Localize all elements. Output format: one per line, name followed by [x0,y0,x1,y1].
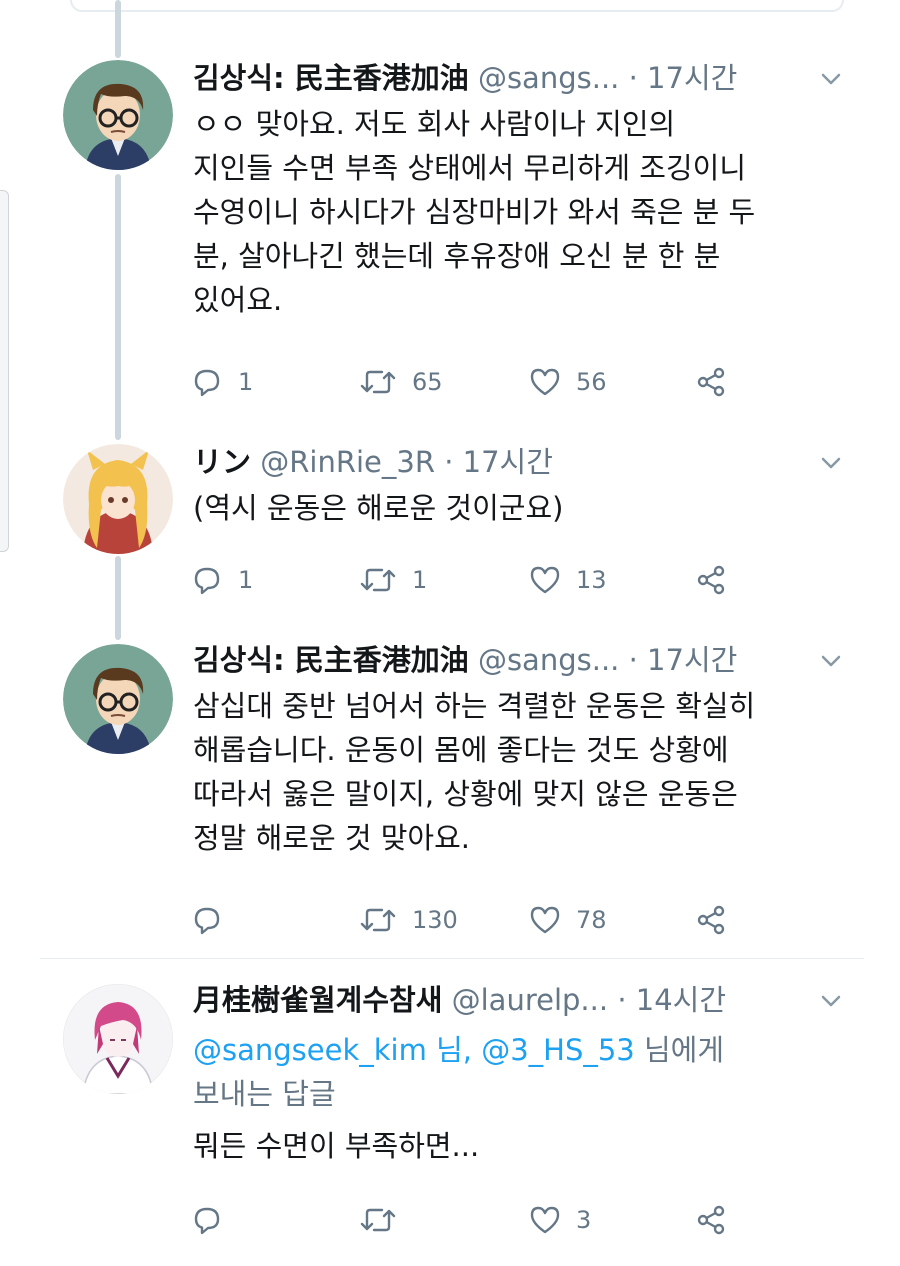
retweet-count: 1 [412,566,428,594]
tweet-header: 김상식: 民主香港加油 @sangs... · 17시간 [193,58,820,98]
reply-button[interactable]: 1 [190,560,253,600]
tweet-time[interactable]: 14시간 [636,983,726,1017]
retweet-icon [360,370,396,394]
retweet-icon [360,1208,396,1232]
author-handle[interactable]: @laurelp... [452,983,608,1017]
retweet-count: 130 [412,906,458,934]
tweet-actions: 1 65 56 [190,362,750,402]
tweet-time[interactable]: 17시간 [647,643,737,677]
heart-icon [530,1206,560,1234]
like-count: 3 [576,1206,592,1234]
chevron-down-icon [821,73,841,85]
meta-separator: · [628,643,648,677]
retweet-button[interactable] [358,1200,412,1240]
tweet[interactable]: 月桂樹雀월계수참새 @laurelp... · 14시간 @sangseek_k… [0,960,900,1266]
author-handle[interactable]: @RinRie_3R [260,445,435,479]
tweet-text: ㅇㅇ 맞아요. 저도 회사 사람이나 지인의 지인들 수면 부족 상태에서 무리… [193,107,756,317]
like-count: 78 [576,906,607,934]
like-button[interactable]: 3 [528,1200,591,1240]
reply-icon [194,1207,220,1235]
tweet[interactable]: 김상식: 民主香港加油 @sangs... · 17시간 삼십대 중반 넘어서 … [0,620,900,958]
tweet-time[interactable]: 17시간 [463,445,553,479]
retweet-button[interactable]: 1 [358,560,427,600]
tweet-time[interactable]: 17시간 [647,61,737,95]
author-handle[interactable]: @sangs... [478,61,619,95]
chevron-down-icon [821,457,841,469]
avatar-image [63,60,173,170]
tweet-actions: 1 1 13 [190,560,750,600]
avatar-image [63,444,173,554]
chevron-down-icon [821,655,841,667]
author-name[interactable]: リン [193,445,251,479]
reply-button[interactable] [190,1200,238,1240]
tweet[interactable]: 김상식: 民主香港加油 @sangs... · 17시간 ㅇㅇ 맞아요. 저도 … [0,0,900,420]
tweet-text: 삼십대 중반 넘어서 하는 격렬한 운동은 확실히 해롭습니다. 운동이 몸에 … [193,689,756,855]
heart-icon [530,368,560,396]
reply-icon [194,567,220,595]
tweet-divider [40,958,864,959]
avatar[interactable] [63,60,173,170]
reply-count: 1 [238,368,254,396]
share-button[interactable] [694,1200,728,1240]
avatar-image [63,984,173,1094]
reply-mentions[interactable]: @sangseek_kim 님, @3_HS_53 [193,1033,635,1067]
avatar[interactable] [63,644,173,754]
tweet-menu-button[interactable] [816,448,846,478]
share-icon [697,905,725,935]
share-button[interactable] [694,900,728,940]
tweet-text: 뭐든 수면이 부족하면... [193,1129,480,1163]
retweet-count: 65 [412,368,443,396]
tweet-actions: 3 [190,1200,750,1240]
retweet-button[interactable]: 130 [358,900,458,940]
avatar[interactable] [63,984,173,1094]
author-name[interactable]: 김상식: 民主香港加油 [193,643,469,677]
retweet-button[interactable]: 65 [358,362,443,402]
author-name[interactable]: 月桂樹雀월계수참새 [193,983,442,1017]
reply-count: 1 [238,566,254,594]
share-icon [697,1205,725,1235]
tweet-header: リン @RinRie_3R · 17시간 [193,442,820,482]
like-button[interactable]: 78 [528,900,607,940]
reply-icon [194,907,220,935]
share-button[interactable] [694,560,728,600]
like-button[interactable]: 13 [528,560,607,600]
share-button[interactable] [694,362,728,402]
like-count: 13 [576,566,607,594]
reply-icon [194,369,220,397]
reply-button[interactable] [190,900,238,940]
heart-icon [530,566,560,594]
tweet-actions: 130 78 [190,900,750,940]
meta-separator: · [444,445,463,479]
reply-suffix: 님에게 [634,1033,725,1067]
share-icon [697,367,725,397]
heart-icon [530,906,560,934]
avatar[interactable] [63,444,173,554]
tweet-header: 김상식: 民主香港加油 @sangs... · 17시간 [193,640,820,680]
retweet-icon [360,908,396,932]
avatar-image [63,644,173,754]
tweet-menu-button[interactable] [816,646,846,676]
tweet-menu-button[interactable] [816,986,846,1016]
like-button[interactable]: 56 [528,362,607,402]
tweet-text: (역시 운동은 해로운 것이군요) [193,491,564,525]
meta-separator: · [628,61,648,95]
meta-separator: · [617,983,636,1017]
reply-context: @sangseek_kim 님, @3_HS_53 님에게 보내는 답글 [193,1028,873,1116]
retweet-icon [360,568,396,592]
author-name[interactable]: 김상식: 民主香港加油 [193,61,469,95]
share-icon [697,565,725,595]
tweet[interactable]: リン @RinRie_3R · 17시간 (역시 운동은 해로운 것이군요) 1… [0,420,900,620]
reply-line2: 보내는 답글 [193,1077,336,1111]
like-count: 56 [576,368,607,396]
author-handle[interactable]: @sangs... [478,643,619,677]
tweet-header: 月桂樹雀월계수참새 @laurelp... · 14시간 [193,980,820,1020]
reply-button[interactable]: 1 [190,362,253,402]
chevron-down-icon [821,995,841,1007]
tweet-menu-button[interactable] [816,64,846,94]
